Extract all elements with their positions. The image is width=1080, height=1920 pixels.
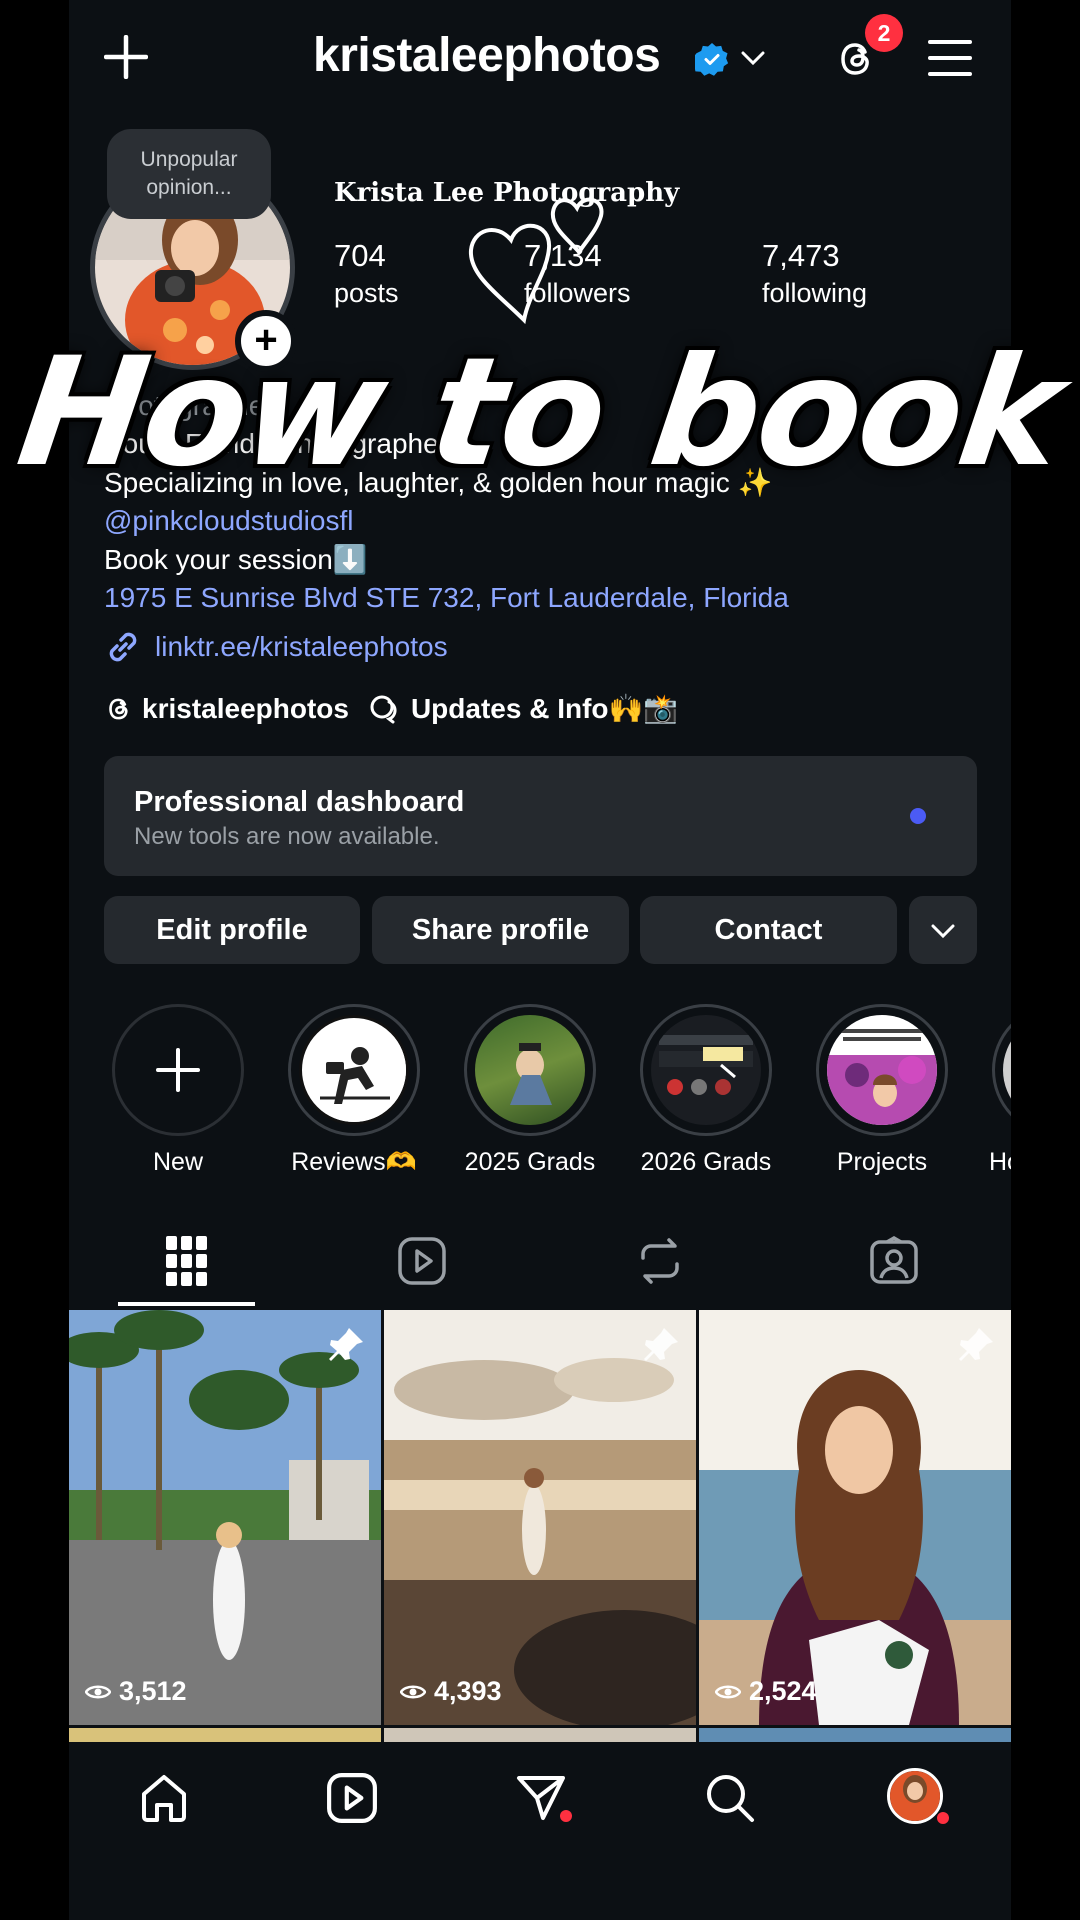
tab-reposts[interactable] bbox=[635, 1236, 685, 1291]
view-count: 4,393 bbox=[400, 1676, 502, 1707]
repost-icon bbox=[641, 1238, 679, 1284]
pin-icon bbox=[957, 1324, 997, 1369]
bio-category: Photographer bbox=[104, 390, 274, 421]
new-indicator-dot bbox=[910, 808, 926, 824]
menu-icon[interactable] bbox=[928, 38, 972, 83]
reels-nav-icon[interactable] bbox=[326, 1772, 378, 1829]
suggested-dropdown-button[interactable] bbox=[909, 896, 977, 964]
highlight-2026-grads[interactable]: 2026 Grads bbox=[637, 1004, 775, 1177]
verified-badge-icon bbox=[690, 42, 729, 81]
plus-icon[interactable] bbox=[103, 34, 149, 84]
profile-alert-dot bbox=[937, 1812, 949, 1824]
stat-following[interactable]: 7,473 following bbox=[762, 238, 867, 309]
profile-note[interactable]: Unpopular opinion... bbox=[107, 129, 271, 219]
heart-doodle-icon bbox=[459, 180, 629, 335]
next-row-peek bbox=[69, 1728, 1011, 1742]
bio-external-link[interactable]: linktr.ee/kristaleephotos bbox=[155, 631, 448, 663]
highlight-new[interactable]: New bbox=[109, 1004, 247, 1177]
search-icon[interactable] bbox=[704, 1772, 756, 1829]
highlight-partial[interactable]: Ho bbox=[989, 1004, 1011, 1177]
tab-tagged[interactable] bbox=[869, 1235, 919, 1291]
grid-icon bbox=[166, 1236, 207, 1286]
username-title[interactable]: kristaleephotos bbox=[313, 28, 661, 83]
eye-icon bbox=[400, 1685, 426, 1698]
bio-mention-link[interactable]: @pinkcloudstudiosfl bbox=[104, 505, 353, 537]
tagged-icon bbox=[870, 1235, 918, 1284]
edit-profile-button[interactable]: Edit profile bbox=[104, 896, 360, 964]
contact-button[interactable]: Contact bbox=[640, 896, 897, 964]
plus-icon bbox=[156, 1048, 200, 1092]
notification-badge: 2 bbox=[865, 14, 903, 52]
add-story-icon[interactable]: + bbox=[235, 310, 297, 372]
tab-grid[interactable] bbox=[166, 1236, 208, 1291]
link-icon bbox=[104, 628, 142, 671]
highlight-2025-grads[interactable]: 2025 Grads bbox=[461, 1004, 599, 1177]
pin-icon bbox=[327, 1324, 367, 1369]
reels-icon bbox=[398, 1237, 446, 1285]
post-tile[interactable]: 3,512 bbox=[69, 1310, 381, 1725]
direct-messages-icon[interactable] bbox=[515, 1772, 567, 1829]
eye-icon bbox=[715, 1685, 741, 1698]
highlight-reviews[interactable]: Reviews🫶 bbox=[285, 1004, 423, 1177]
bio-line: South Florida Photographer bbox=[104, 428, 448, 459]
channel-icon bbox=[369, 694, 403, 724]
profile-tabs bbox=[69, 1230, 1011, 1308]
highlight-projects[interactable]: Projects bbox=[813, 1004, 951, 1177]
share-profile-button[interactable]: Share profile bbox=[372, 896, 629, 964]
chevron-down-icon bbox=[931, 924, 955, 939]
messages-unread-dot bbox=[560, 1810, 572, 1822]
dashboard-subtitle: New tools are now available. bbox=[134, 823, 440, 850]
post-tile[interactable]: 4,393 bbox=[384, 1310, 696, 1725]
threads-handle-link[interactable]: kristaleephotos bbox=[142, 693, 349, 725]
pin-icon bbox=[642, 1324, 682, 1369]
home-icon[interactable] bbox=[138, 1772, 190, 1829]
bio-line: Book your session⬇️ bbox=[104, 544, 368, 575]
tab-reels[interactable] bbox=[397, 1236, 447, 1291]
post-tile[interactable]: 2,524 bbox=[699, 1310, 1011, 1725]
bottom-nav bbox=[69, 1742, 1011, 1920]
dashboard-title: Professional dashboard bbox=[134, 786, 465, 818]
view-count: 3,512 bbox=[85, 1676, 187, 1707]
chevron-down-icon[interactable] bbox=[741, 50, 765, 71]
bio-line: Specializing in love, laughter, & golden… bbox=[104, 467, 773, 498]
eye-icon bbox=[85, 1685, 111, 1698]
bio-address-link[interactable]: 1975 E Sunrise Blvd STE 732, Fort Lauder… bbox=[104, 582, 789, 614]
threads-row: kristaleephotos Updates & Info🙌📸 bbox=[104, 692, 678, 725]
professional-dashboard[interactable]: Professional dashboard New tools are now… bbox=[104, 756, 977, 876]
view-count: 2,524 bbox=[715, 1676, 817, 1707]
threads-small-icon bbox=[104, 694, 134, 724]
stat-posts[interactable]: 704 posts bbox=[334, 238, 399, 309]
top-bar: kristaleephotos 2 bbox=[69, 0, 1011, 115]
profile-screen: kristaleephotos 2 Unpopular opinion... +… bbox=[69, 0, 1011, 1920]
profile-nav-avatar[interactable] bbox=[887, 1768, 943, 1824]
broadcast-channel-link[interactable]: Updates & Info🙌📸 bbox=[411, 692, 678, 725]
active-tab-indicator bbox=[118, 1302, 255, 1306]
